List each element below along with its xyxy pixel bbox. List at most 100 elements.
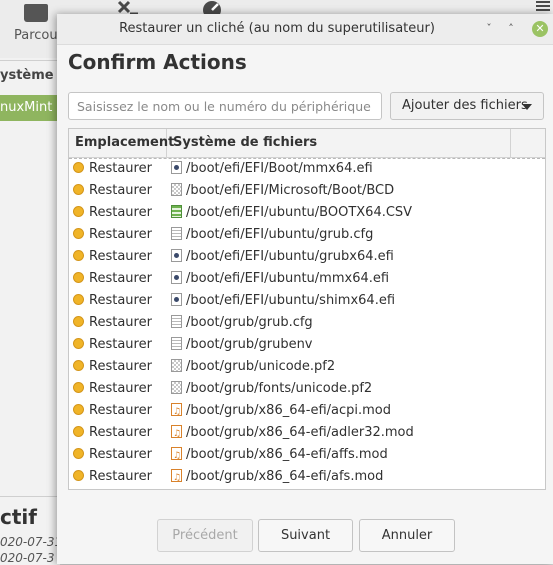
action-label: Restaurer <box>89 315 152 330</box>
file-path: /boot/grub/x86_64-efi/affs.mod <box>186 447 388 462</box>
restore-dialog: Restaurer un cliché (au nom du superutil… <box>57 14 553 564</box>
file-path: /boot/efi/EFI/Boot/mmx64.efi <box>186 161 373 176</box>
location-cell: Restaurer <box>73 224 167 246</box>
file-exec-icon <box>171 161 182 174</box>
table-row[interactable]: Restaurer/boot/efi/EFI/Boot/mmx64.efi <box>69 158 545 180</box>
file-exec-icon <box>171 271 182 284</box>
table-row[interactable]: Restaurer/boot/efi/EFI/ubuntu/BOOTX64.CS… <box>69 202 545 224</box>
file-path: /boot/grub/x86_64-efi/adler32.mod <box>186 425 414 440</box>
dialog-title: Restaurer un cliché (au nom du superutil… <box>119 21 435 36</box>
column-header-filesystem[interactable]: Système de fichiers <box>167 129 511 157</box>
file-text-icon <box>171 315 182 328</box>
filesystem-cell: /boot/grub/x86_64-efi/affs.mod <box>171 444 388 467</box>
table-row[interactable]: Restaurer/boot/grub/grubenv <box>69 334 545 356</box>
file-exec-icon <box>171 293 182 306</box>
filesystem-cell: /boot/grub/grubenv <box>171 334 313 356</box>
filesystem-cell: /boot/grub/grub.cfg <box>171 312 313 334</box>
restore-status-icon <box>73 272 84 283</box>
table-row[interactable]: Restaurer/boot/grub/grub.cfg <box>69 312 545 334</box>
location-cell: Restaurer <box>73 444 167 466</box>
table-row[interactable]: Restaurer/boot/efi/EFI/Microsoft/Boot/BC… <box>69 180 545 202</box>
filesystem-cell: /boot/grub/x86_64-efi/afs.mod <box>171 466 384 489</box>
file-path: /boot/grub/x86_64-efi/afs.mod <box>186 469 384 484</box>
file-module-icon <box>171 401 182 423</box>
minimize-button[interactable]: ˇ <box>482 22 496 36</box>
page-title: Confirm Actions <box>68 50 247 74</box>
file-path: /boot/efi/EFI/ubuntu/shimx64.efi <box>186 293 396 308</box>
file-path: /boot/grub/unicode.pf2 <box>186 359 336 374</box>
folder-icon <box>23 4 48 22</box>
restore-status-icon <box>73 294 84 305</box>
browse-tool[interactable]: Parcou <box>14 4 58 43</box>
add-files-label: Ajouter des fichiers <box>402 98 528 113</box>
location-cell: Restaurer <box>73 466 167 488</box>
file-module-icon <box>171 423 182 445</box>
previous-button[interactable]: Précédent <box>157 519 253 552</box>
table-row[interactable]: Restaurer/boot/grub/fonts/unicode.pf2 <box>69 378 545 400</box>
action-label: Restaurer <box>89 293 152 308</box>
location-cell: Restaurer <box>73 268 167 290</box>
restore-status-icon <box>73 470 84 481</box>
filesystem-cell: /boot/grub/fonts/unicode.pf2 <box>171 378 372 400</box>
action-label: Restaurer <box>89 425 152 440</box>
action-label: Restaurer <box>89 161 152 176</box>
table-row[interactable]: Restaurer/boot/efi/EFI/ubuntu/shimx64.ef… <box>69 290 545 312</box>
file-path: /boot/efi/EFI/ubuntu/mmx64.efi <box>186 271 390 286</box>
table-row[interactable]: Restaurer/boot/grub/unicode.pf2 <box>69 356 545 378</box>
close-button[interactable]: ✕ <box>532 21 548 37</box>
browse-tool-label: Parcou <box>14 28 58 43</box>
action-label: Restaurer <box>89 469 152 484</box>
location-cell: Restaurer <box>73 180 167 202</box>
location-cell: Restaurer <box>73 422 167 444</box>
restore-status-icon <box>73 250 84 261</box>
file-binary-icon <box>171 359 182 372</box>
background-selected-row[interactable]: nuxMint 2 <box>0 95 60 121</box>
location-cell: Restaurer <box>73 246 167 268</box>
location-cell: Restaurer <box>73 334 167 356</box>
restore-status-icon <box>73 360 84 371</box>
filesystem-cell: /boot/grub/x86_64-efi/acpi.mod <box>171 400 391 423</box>
cancel-button[interactable]: Annuler <box>359 519 455 552</box>
location-cell: Restaurer <box>73 400 167 422</box>
restore-status-icon <box>73 206 84 217</box>
column-header-location[interactable]: Emplacement <box>69 129 174 157</box>
table-row[interactable]: Restaurer/boot/efi/EFI/ubuntu/grub.cfg <box>69 224 545 246</box>
filesystem-cell: /boot/efi/EFI/ubuntu/mmx64.efi <box>171 268 389 290</box>
filesystem-cell: /boot/efi/EFI/ubuntu/grubx64.efi <box>171 246 394 268</box>
location-cell: Restaurer <box>73 290 167 312</box>
table-row[interactable]: Restaurer/boot/grub/x86_64-efi/acpi.mod <box>69 400 545 423</box>
location-cell: Restaurer <box>73 158 167 180</box>
filesystem-cell: /boot/efi/EFI/Boot/mmx64.efi <box>171 158 373 180</box>
file-exec-icon <box>171 249 182 262</box>
action-label: Restaurer <box>89 359 152 374</box>
file-path: /boot/efi/EFI/ubuntu/grubx64.efi <box>186 249 394 264</box>
add-files-dropdown[interactable]: Ajouter des fichiers <box>390 92 544 120</box>
table-row[interactable]: Restaurer/boot/grub/x86_64-efi/afs.mod <box>69 466 545 489</box>
table-row[interactable]: Restaurer/boot/efi/EFI/ubuntu/mmx64.efi <box>69 268 545 290</box>
table-row[interactable]: Restaurer/boot/grub/x86_64-efi/adler32.m… <box>69 422 545 445</box>
action-label: Restaurer <box>89 271 152 286</box>
restore-status-icon <box>73 184 84 195</box>
filesystem-cell: /boot/efi/EFI/ubuntu/shimx64.efi <box>171 290 395 312</box>
dialog-titlebar[interactable]: Restaurer un cliché (au nom du superutil… <box>57 14 553 45</box>
action-label: Restaurer <box>89 183 152 198</box>
restore-status-icon <box>73 228 84 239</box>
table-row[interactable]: Restaurer/boot/grub/x86_64-efi/affs.mod <box>69 444 545 467</box>
action-label: Restaurer <box>89 381 152 396</box>
file-path: /boot/efi/EFI/ubuntu/BOOTX64.CSV <box>186 205 413 220</box>
file-path: /boot/grub/fonts/unicode.pf2 <box>186 381 373 396</box>
restore-status-icon <box>73 426 84 437</box>
background-column-header: ystème <box>0 68 54 83</box>
table-row[interactable]: Restaurer/boot/efi/EFI/ubuntu/grubx64.ef… <box>69 246 545 268</box>
location-cell: Restaurer <box>73 356 167 378</box>
action-label: Restaurer <box>89 447 152 462</box>
location-cell: Restaurer <box>73 202 167 224</box>
file-module-icon <box>171 467 182 489</box>
restore-status-icon <box>73 382 84 393</box>
restore-status-icon <box>73 162 84 173</box>
action-label: Restaurer <box>89 337 152 352</box>
device-search-input[interactable] <box>68 92 382 120</box>
action-label: Restaurer <box>89 403 152 418</box>
next-button[interactable]: Suivant <box>258 519 353 552</box>
maximize-button[interactable]: ˄ <box>504 22 518 36</box>
